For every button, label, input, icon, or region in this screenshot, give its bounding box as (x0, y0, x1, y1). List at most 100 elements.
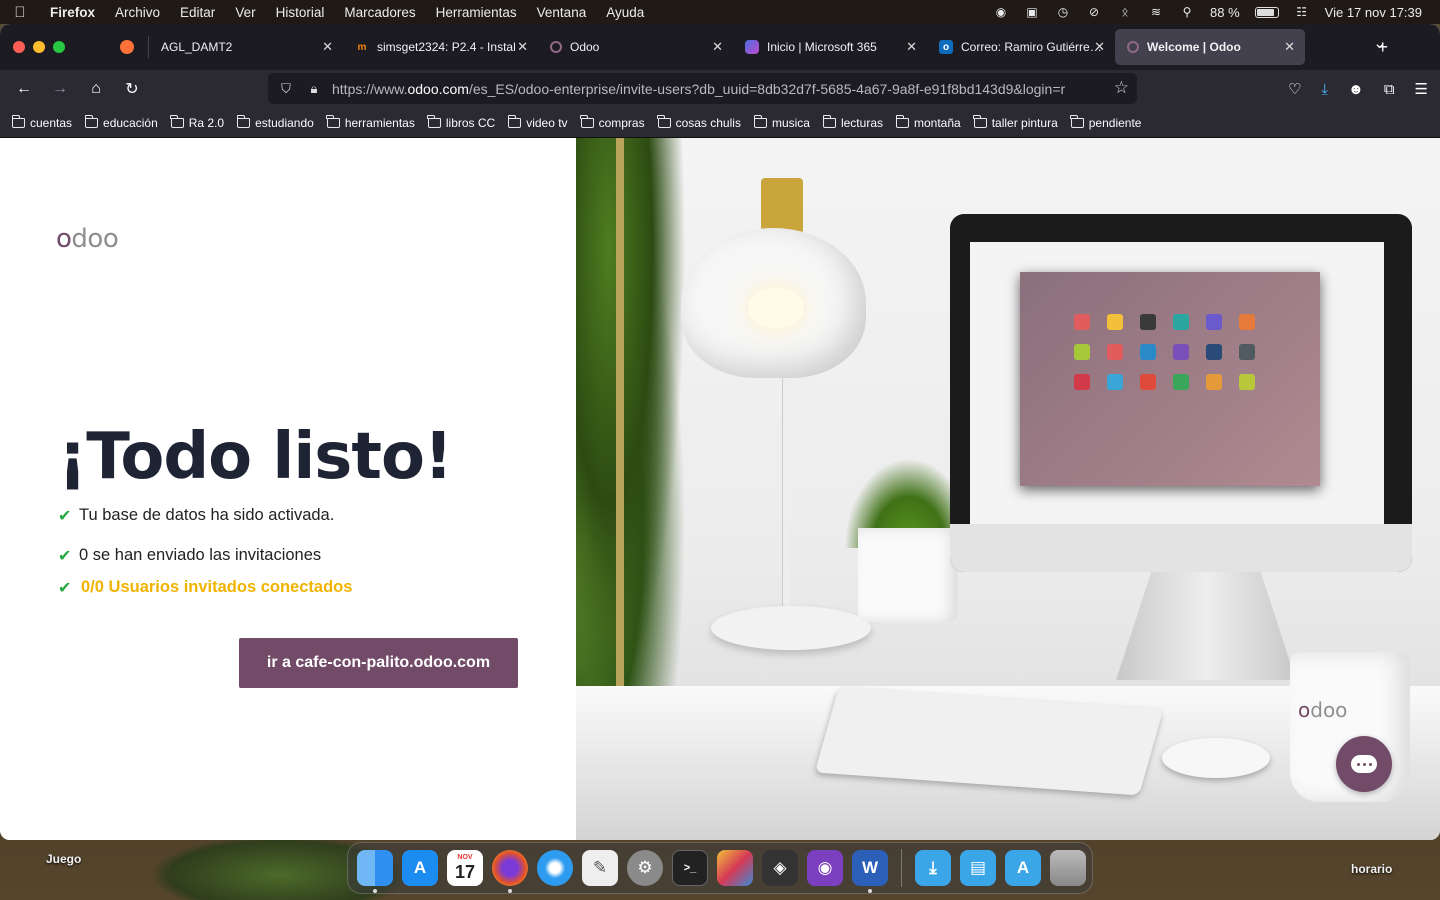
running-indicator (508, 889, 512, 893)
bookmark-folder[interactable]: educación (84, 114, 158, 130)
tab-microsoft-365[interactable]: Inicio | Microsoft 365 ✕ (733, 24, 927, 70)
url-bar[interactable]: ⛉ 🔒︎ https://www. odoo.com/es_ES/odoo-ent… (268, 73, 1137, 104)
desktop-item-horario[interactable]: horario (1351, 862, 1392, 876)
bookmark-label: compras (598, 115, 645, 130)
bookmark-folder[interactable]: pendiente (1070, 114, 1141, 130)
bookmark-folder[interactable]: cuentas (11, 114, 72, 130)
bookmark-folder[interactable]: taller pintura (973, 114, 1058, 130)
menu-editar[interactable]: Editar (170, 5, 225, 20)
tab-welcome-odoo[interactable]: Welcome | Odoo ✕ (1115, 29, 1305, 65)
tab-outlook[interactable]: o Correo: Ramiro Gutiérrez V ✕ (927, 24, 1115, 70)
tab-moodle[interactable]: m simsget2324: P2.4 - Instal ✕ (343, 24, 538, 70)
tab-firefox-view[interactable] (110, 24, 148, 70)
bookmark-folder[interactable]: libros CC (427, 114, 495, 130)
tab-agl-damt2[interactable]: AGL_DAMT2 ✕ (149, 24, 343, 70)
safari-icon[interactable] (537, 850, 573, 886)
bluetooth-icon[interactable]: ᛟ (1117, 5, 1133, 19)
live-chat-button[interactable] (1336, 736, 1392, 792)
downloads-folder-icon[interactable]: ⤓ (915, 850, 951, 886)
app-store-icon[interactable]: A (402, 850, 438, 886)
downloads-icon[interactable]: ⤓ (1321, 81, 1328, 98)
app-tile (1173, 344, 1189, 360)
unity-icon[interactable]: ◈ (762, 850, 798, 886)
bookmark-label: educación (103, 115, 158, 130)
menu-ver[interactable]: Ver (225, 5, 265, 20)
app-tile (1239, 374, 1255, 390)
bookmark-folder[interactable]: montaña (895, 114, 961, 130)
battery-icon[interactable] (1254, 6, 1279, 18)
search-icon[interactable]: ⚲ (1179, 5, 1195, 19)
menu-ventana[interactable]: Ventana (527, 5, 597, 20)
welcome-panel: odoo ¡Todo listo! ✔ Tu base de datos ha … (0, 138, 576, 840)
desktop-item-juego[interactable]: Juego (46, 852, 81, 866)
lock-icon[interactable]: 🔒︎ (304, 81, 324, 97)
close-icon[interactable]: ✕ (517, 39, 528, 55)
bookmark-folder[interactable]: lecturas (822, 114, 883, 130)
check-icon: ✔ (58, 548, 72, 565)
menubar-status: ◉ ▣ ◷ ⊘ ᛟ ≋ ⚲ 88 % ☷ Vie 17 nov 17:39 (993, 0, 1440, 24)
pocket-icon[interactable]: ♡ (1288, 80, 1301, 98)
close-window-button[interactable] (13, 41, 25, 53)
control-center-icon[interactable]: ☷ (1294, 5, 1310, 19)
bookmark-star-icon[interactable]: ☆ (1109, 78, 1129, 98)
textedit-icon[interactable]: ✎ (582, 850, 618, 886)
toolbar-right: ♡ ⤓ ☻ ⧉ ☰ (1288, 70, 1428, 108)
time-machine-icon[interactable]: ◷ (1055, 5, 1071, 19)
bookmark-folder[interactable]: video tv (507, 114, 568, 130)
firefox-icon[interactable] (492, 850, 528, 893)
wifi-icon[interactable]: ≋ (1148, 5, 1164, 19)
lamp-base (711, 606, 871, 650)
cube-app-icon[interactable] (717, 850, 753, 886)
grammarly-icon[interactable]: ◉ (993, 5, 1009, 19)
apple-icon[interactable]:  (0, 4, 40, 21)
menu-herramientas[interactable]: Herramientas (426, 5, 527, 20)
menu-historial[interactable]: Historial (266, 5, 335, 20)
menu-archivo[interactable]: Archivo (105, 5, 170, 20)
close-icon[interactable]: ✕ (1284, 39, 1295, 55)
back-icon[interactable]: ← (6, 80, 42, 98)
documents-folder-icon[interactable]: ▤ (960, 850, 996, 886)
bookmark-folder[interactable]: compras (580, 114, 645, 130)
clock[interactable]: Vie 17 nov 17:39 (1325, 5, 1422, 20)
account-icon[interactable]: ☻ (1348, 81, 1364, 98)
folder-icon (580, 114, 594, 128)
github-desktop-icon[interactable]: ◉ (807, 850, 843, 886)
finder-icon[interactable] (357, 850, 393, 893)
menu-ayuda[interactable]: Ayuda (596, 5, 654, 20)
menu-marcadores[interactable]: Marcadores (334, 5, 425, 20)
trash-icon[interactable] (1050, 850, 1086, 886)
menu-app[interactable]: Firefox (40, 5, 105, 20)
tab-list-chevron-down-icon[interactable]: ⌄ (1373, 34, 1386, 52)
bookmark-folder[interactable]: estudiando (236, 114, 314, 130)
mute-icon[interactable]: ⊘ (1086, 5, 1102, 19)
extensions-icon[interactable]: ⧉ (1384, 81, 1395, 98)
tracking-protection-icon[interactable]: ⛉ (276, 81, 296, 97)
zoom-window-button[interactable] (53, 41, 65, 53)
bookmark-folder[interactable]: herramientas (326, 114, 415, 130)
close-icon[interactable]: ✕ (1094, 39, 1105, 55)
reload-icon[interactable]: ↻ (114, 79, 150, 99)
tab-label: Correo: Ramiro Gutiérrez V (961, 40, 1103, 54)
minimize-window-button[interactable] (33, 41, 45, 53)
close-icon[interactable]: ✕ (906, 39, 917, 55)
home-icon[interactable]: ⌂ (78, 80, 114, 98)
m365-icon (745, 40, 759, 54)
terminal-icon[interactable]: >_ (672, 850, 708, 886)
word-icon[interactable]: W (852, 850, 888, 893)
bookmark-folder[interactable]: Ra 2.0 (170, 114, 224, 130)
go-to-database-button[interactable]: ir a cafe-con-palito.odoo.com (239, 638, 518, 688)
menu-icon[interactable]: ☰ (1415, 80, 1428, 98)
folder-icon (84, 114, 99, 128)
tab-odoo[interactable]: Odoo ✕ (538, 24, 733, 70)
calendar-icon[interactable]: NOV 17 (447, 850, 483, 886)
forward-icon[interactable]: → (42, 80, 78, 98)
odoo-logo[interactable]: odoo (56, 224, 119, 254)
applications-folder-icon[interactable]: A (1005, 850, 1041, 886)
system-settings-icon[interactable]: ⚙ (627, 850, 663, 886)
bookmark-folder[interactable]: musica (753, 114, 810, 130)
odoo-icon (1127, 41, 1139, 53)
close-icon[interactable]: ✕ (712, 39, 723, 55)
close-icon[interactable]: ✕ (322, 39, 333, 55)
bookmark-folder[interactable]: cosas chulis (657, 114, 741, 130)
display-icon[interactable]: ▣ (1024, 5, 1040, 19)
